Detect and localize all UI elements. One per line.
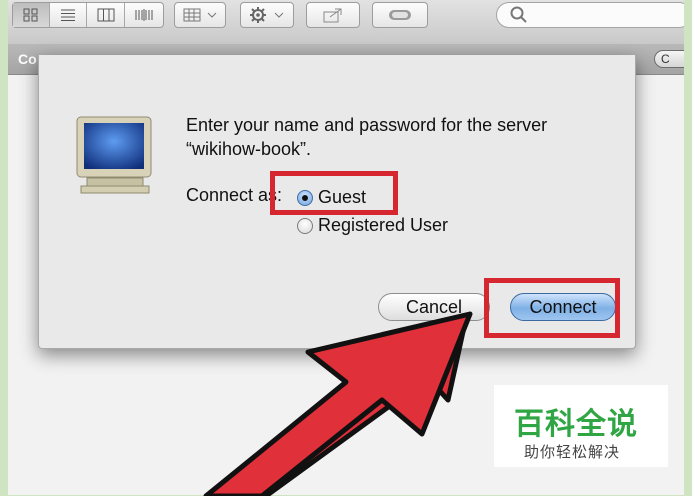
dialog-message-line1: Enter your name and password for the ser… (186, 115, 548, 135)
guest-highlight-box (270, 171, 398, 215)
tag-icon (389, 10, 411, 20)
watermark: 百科全说 助你轻松解决 (494, 385, 668, 467)
share-button[interactable] (306, 2, 360, 28)
arrange-icon (183, 8, 217, 22)
share-icon (323, 8, 342, 23)
view-switcher (12, 2, 164, 28)
list-view-icon (61, 9, 75, 21)
column-view-button[interactable] (87, 3, 124, 27)
watermark-subtitle: 助你轻松解决 (524, 443, 621, 461)
connect-as-label: Connect as: (186, 185, 283, 205)
radio-registered-user-label: Registered User (318, 215, 449, 235)
connect-highlight-box (484, 278, 620, 338)
pointer-arrow-icon (203, 311, 473, 496)
path-bar-label: Co (18, 51, 37, 67)
arrange-button[interactable] (174, 2, 226, 28)
search-field[interactable] (496, 2, 684, 28)
search-icon (510, 6, 527, 23)
dialog-message: Enter your name and password for the ser… (186, 113, 547, 161)
coverflow-view-icon (135, 9, 153, 21)
radio-registered-user[interactable]: Registered User (297, 215, 448, 236)
toolbar (8, 0, 684, 45)
column-view-icon (97, 8, 114, 22)
path-bar-button[interactable]: C (654, 50, 684, 68)
icon-view-button[interactable] (13, 3, 49, 27)
coverflow-view-button[interactable] (125, 3, 163, 27)
icon-view-icon (23, 8, 38, 22)
action-button[interactable] (240, 2, 294, 28)
watermark-title: 百科全说 (514, 407, 638, 442)
server-monitor-icon (76, 116, 152, 194)
action-gear-icon (250, 7, 284, 23)
radio-registered-user-indicator[interactable] (297, 217, 313, 234)
list-view-button[interactable] (50, 3, 86, 27)
dialog-message-line2: “wikihow-book”. (186, 139, 312, 159)
tag-button[interactable] (372, 2, 428, 28)
